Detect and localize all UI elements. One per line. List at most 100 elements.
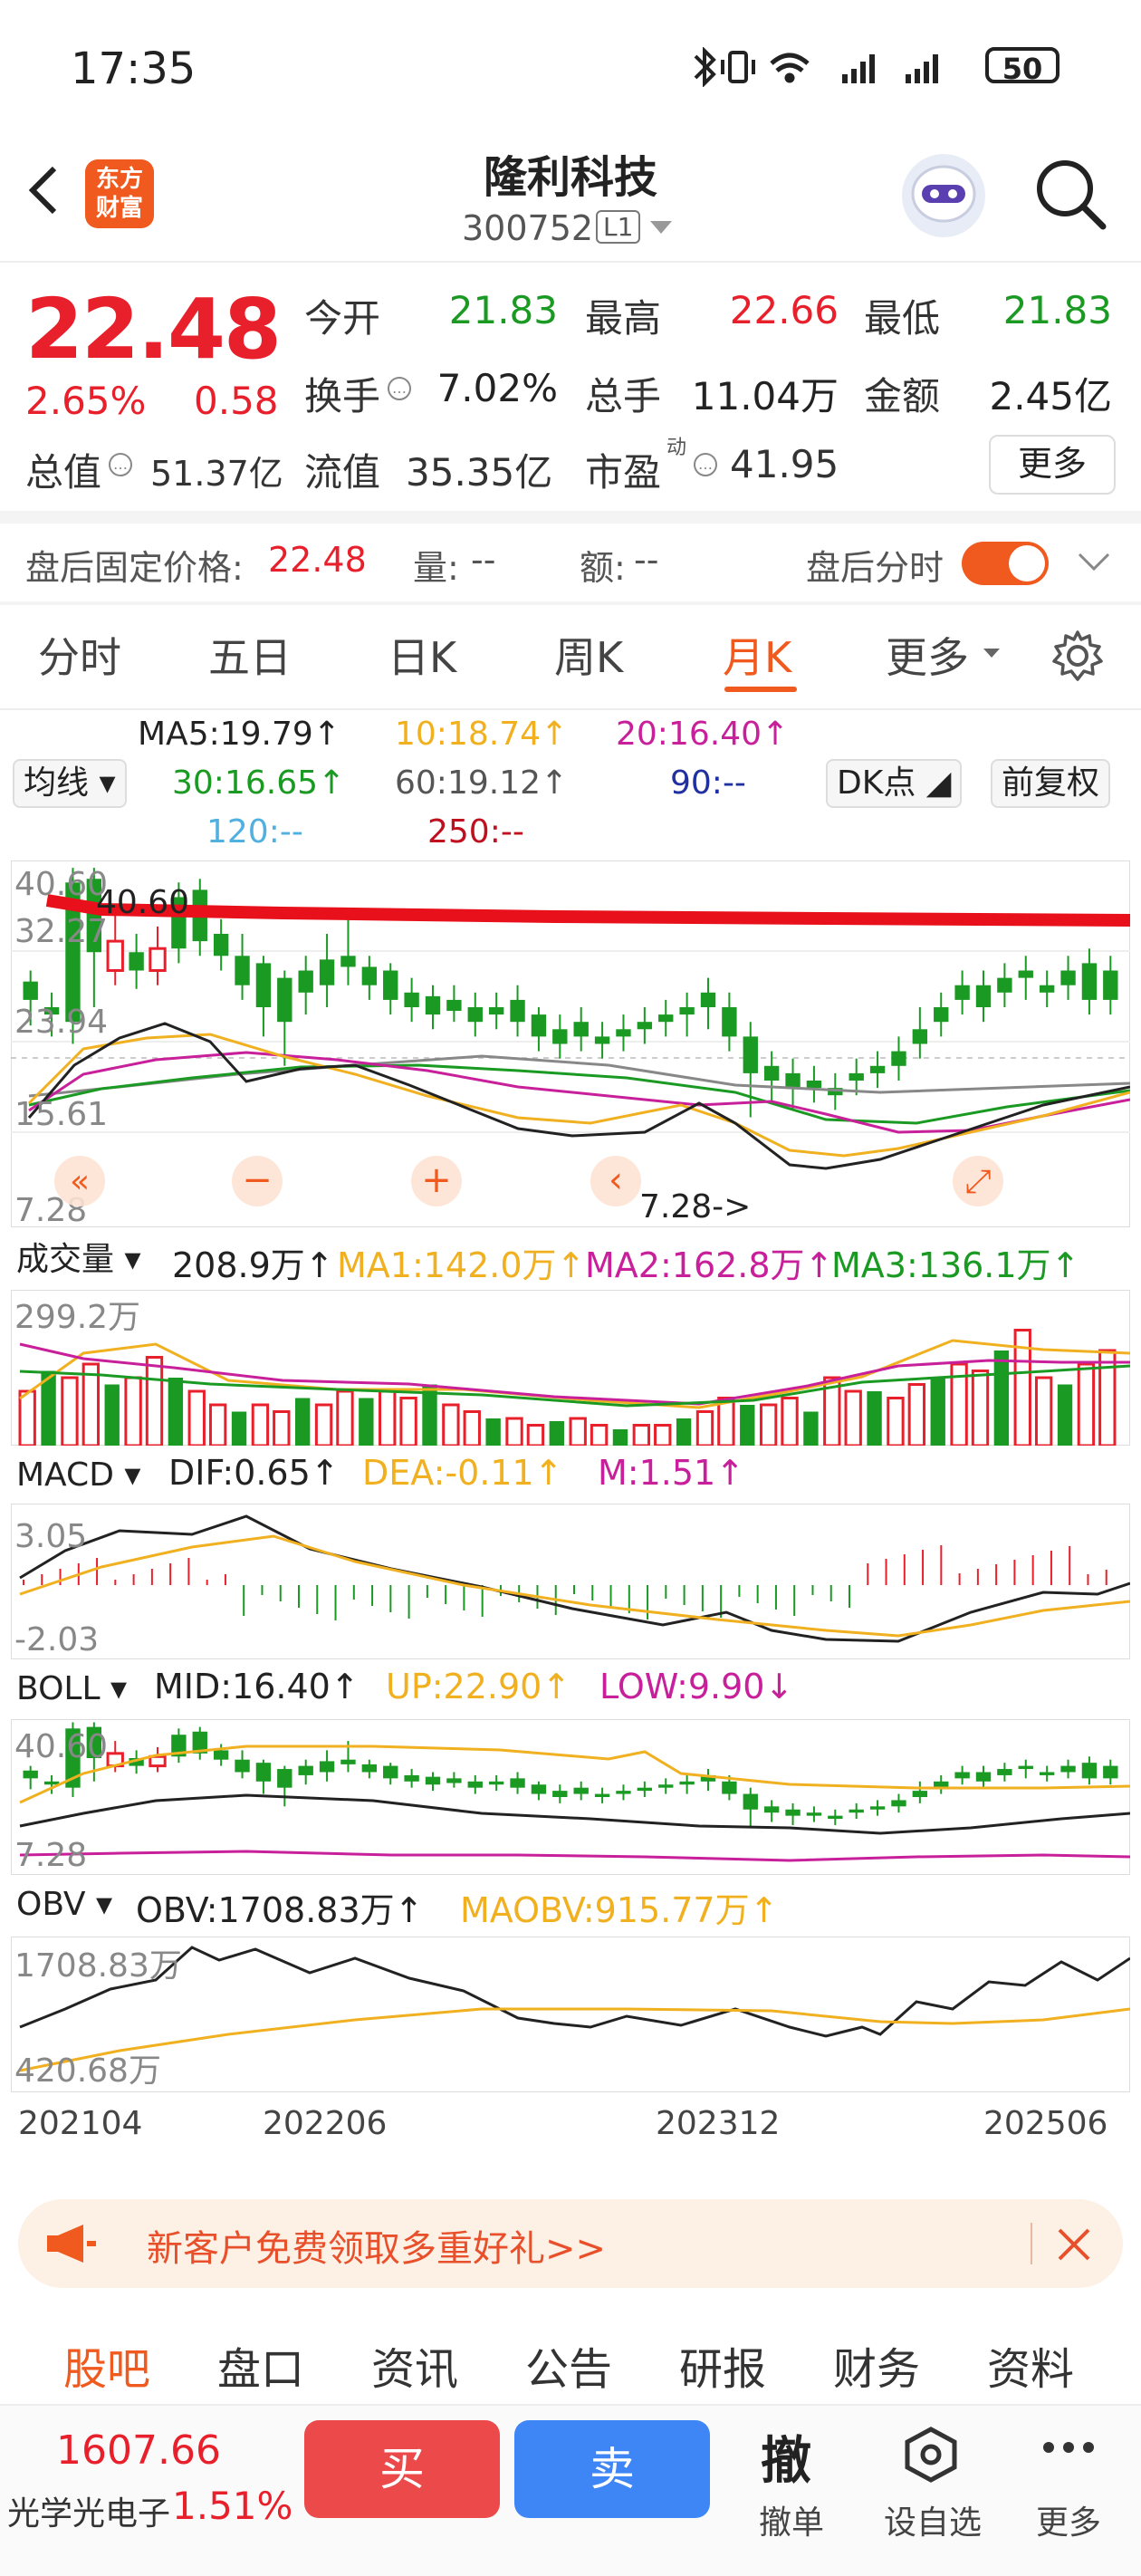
more-label[interactable]: 更多 (1036, 2496, 1101, 2543)
more-dots-icon[interactable] (1041, 2438, 1096, 2456)
volume-bar (654, 1424, 672, 1446)
candle-body (975, 985, 992, 1007)
chevron-down-icon[interactable] (1078, 553, 1110, 572)
ma20-value: 20:16.40↑ (616, 716, 790, 753)
scroll-left-button[interactable]: ‹ (609, 1159, 623, 1201)
float-label: 流值 (304, 450, 381, 495)
boll-candle-body (361, 1764, 378, 1773)
y-label-1: 40.60 (14, 866, 108, 903)
volume-bar (971, 1370, 990, 1446)
boll-selector[interactable]: BOLL ▾ (11, 1667, 133, 1712)
boll-candle-body (594, 1793, 610, 1797)
cancel-order-label[interactable]: 撤单 (759, 2496, 824, 2543)
after-hours-amt: -- (634, 540, 659, 580)
obv-y-bottom: 420.68万 (14, 2052, 161, 2090)
amount-label: 金额 (864, 374, 941, 418)
add-watchlist-icon[interactable] (902, 2426, 960, 2484)
boll-candle-body (298, 1765, 313, 1775)
dropdown-arrow-icon[interactable] (650, 221, 672, 235)
volume-bar (18, 1389, 36, 1446)
tab-five-day[interactable]: 五日 (208, 625, 292, 685)
sell-button[interactable]: 卖 (514, 2420, 710, 2518)
volume-bar (1077, 1362, 1096, 1446)
tab-intraday[interactable]: 分时 (38, 625, 121, 685)
info-icon[interactable]: … (692, 451, 719, 478)
low-marker: 7.28-> (639, 1188, 751, 1226)
tab-monthly-k[interactable]: 月K (723, 625, 791, 685)
add-watchlist-label[interactable]: 设自选 (884, 2496, 982, 2543)
boll-low: LOW:9.90↓ (599, 1667, 794, 1706)
tab-announcements[interactable]: 公告 (525, 2333, 612, 2397)
tab-pankou[interactable]: 盘口 (217, 2333, 304, 2397)
boll-candle-body (891, 1800, 906, 1807)
tab-more[interactable]: 更多 (886, 625, 969, 685)
candle-body (446, 999, 462, 1012)
cancel-order-icon[interactable]: 撤 (761, 2420, 811, 2494)
more-quote-button[interactable]: 更多 (989, 435, 1116, 495)
macd-selector[interactable]: MACD ▾ (11, 1453, 147, 1498)
volume-bar (844, 1389, 862, 1446)
tab-profile[interactable]: 资料 (987, 2333, 1074, 2397)
volume-value: 208.9万↑ (172, 1245, 334, 1285)
candle-body (552, 1029, 568, 1044)
search-icon[interactable] (1032, 156, 1108, 232)
zoom-in-button[interactable]: + (421, 1159, 452, 1201)
signal-icon-1 (842, 54, 875, 83)
close-icon[interactable] (1056, 2226, 1092, 2263)
tab-weekly-k[interactable]: 周K (554, 625, 623, 685)
boll-candle-body (763, 1806, 780, 1813)
macd-y-top: 3.05 (14, 1518, 87, 1555)
ma-selector[interactable]: 均线 ▾ (13, 759, 127, 808)
zoom-out-button[interactable]: − (242, 1159, 273, 1201)
macd-dif: DIF:0.65↑ (168, 1453, 340, 1493)
candle-body (277, 977, 292, 1023)
volume-bar (526, 1424, 545, 1446)
buy-button[interactable]: 买 (304, 2420, 500, 2518)
volume-bar (485, 1418, 501, 1446)
candle-body (319, 959, 335, 985)
macd-selector-label: MACD (16, 1456, 114, 1494)
sector-name[interactable]: 光学光电子 (7, 2487, 170, 2534)
turnover-label: 换手 (304, 374, 381, 418)
tab-research[interactable]: 研报 (679, 2333, 766, 2397)
boll-candle-body (828, 1815, 843, 1820)
tab-daily-k[interactable]: 日K (388, 625, 456, 685)
svg-text:…: … (698, 456, 713, 473)
volume-bar (104, 1384, 120, 1446)
obv-selector[interactable]: OBV ▾ (11, 1882, 119, 1927)
info-icon[interactable]: … (386, 375, 413, 402)
candle-body (722, 1007, 737, 1037)
battery-icon: 50 (985, 47, 1060, 86)
tab-guba[interactable]: 股吧 (63, 2333, 150, 2397)
robot-assistant-avatar[interactable] (902, 154, 985, 237)
tab-finance[interactable]: 财务 (833, 2333, 920, 2397)
promo-banner[interactable]: 新客户免费领取多重好礼>> (18, 2199, 1123, 2288)
after-hours-label: 盘后固定价格: (25, 548, 244, 588)
kline-chart[interactable]: 40.60 32.27 23.94 15.61 7.28 40.60 7.28-… (11, 860, 1130, 1227)
level-badge[interactable]: L1 (596, 210, 641, 244)
ma250-value: 250:-- (427, 813, 524, 851)
info-icon[interactable]: … (107, 451, 134, 478)
boll-candle-body (954, 1772, 970, 1779)
boll-candle-body (1081, 1763, 1098, 1779)
volume-value: 11.04万 (691, 374, 839, 418)
boll-up: UP:22.90↑ (386, 1667, 571, 1706)
boll-candle-body (383, 1765, 398, 1779)
boll-candle-body (1103, 1765, 1118, 1779)
scroll-left-far-button[interactable]: « (70, 1163, 90, 1200)
volume-bar (781, 1397, 799, 1446)
settings-gear-icon[interactable] (1050, 629, 1105, 683)
obv-y-top: 1708.83万 (14, 1947, 182, 1985)
open-value: 21.83 (448, 288, 558, 332)
sector-index-value[interactable]: 1607.66 (56, 2427, 221, 2474)
candle-body (954, 985, 970, 1000)
volume-bar (612, 1429, 628, 1446)
after-hours-toggle[interactable] (962, 542, 1049, 585)
volume-selector[interactable]: 成交量 ▾ (11, 1237, 147, 1283)
forward-adjust-button[interactable]: 前复权 (991, 759, 1111, 808)
boll-candle-body (425, 1776, 441, 1785)
tab-news[interactable]: 资讯 (371, 2333, 458, 2397)
dk-point-button[interactable]: DK点 ◢ (826, 759, 963, 808)
fullscreen-button[interactable]: ⤢ (965, 1163, 992, 1200)
boll-candle-body (467, 1781, 483, 1788)
